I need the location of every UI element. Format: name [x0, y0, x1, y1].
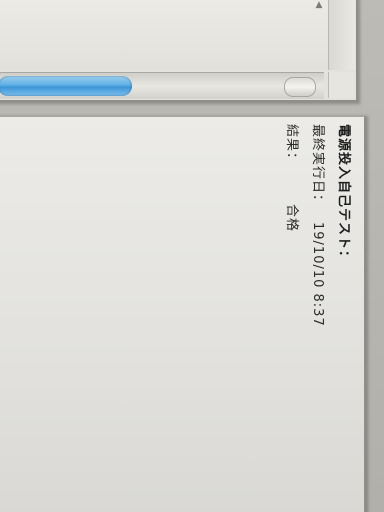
- scrollbar-end-cap: [284, 77, 316, 97]
- section-title: 電源投入自己テスト：: [336, 124, 351, 265]
- list-panel: ▲: [0, 0, 358, 102]
- screen: ▲ 電源投入自己テスト： 最終実行日： 19/10/10 8:37 結果： 合格: [0, 0, 384, 512]
- self-test-info: 電源投入自己テスト： 最終実行日： 19/10/10 8:37 結果： 合格: [260, 124, 360, 464]
- result-value: 合格: [284, 204, 299, 233]
- scroll-up-arrow-icon[interactable]: ▲: [314, 0, 324, 10]
- result-row: 結果： 合格: [284, 124, 303, 232]
- horizontal-scrollbar[interactable]: [0, 72, 324, 99]
- scrollbar-corner: [328, 72, 355, 98]
- result-label: 結果：: [284, 124, 299, 167]
- last-run-value: 19/10/10 8:37: [310, 222, 325, 327]
- list-area[interactable]: [0, 0, 329, 70]
- scrollbar-thumb[interactable]: [0, 76, 132, 96]
- last-run-row: 最終実行日： 19/10/10 8:37: [310, 124, 329, 327]
- vertical-scrollbar[interactable]: [328, 0, 355, 70]
- last-run-label: 最終実行日：: [310, 124, 325, 209]
